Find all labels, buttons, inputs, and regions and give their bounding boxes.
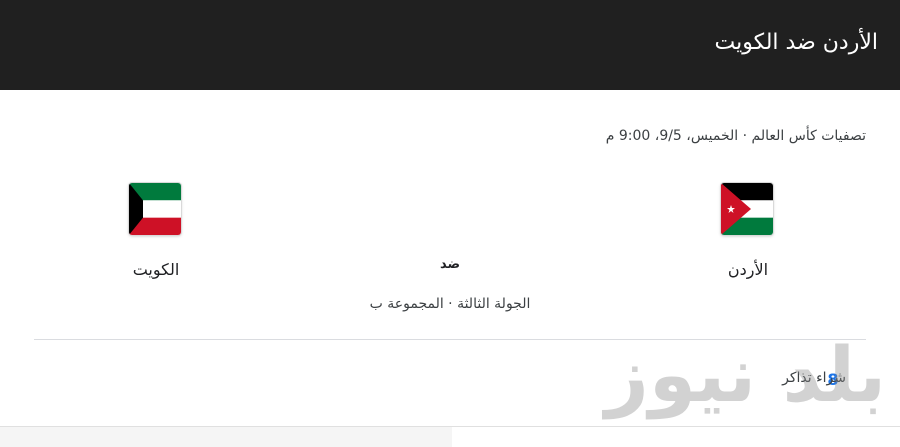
round-info: الجولة الثالثة · المجموعة ب [369,296,531,312]
match-info: تصفيات كأس العالم · الخميس، 9/5، 9:00 م [605,128,866,144]
away-team-name[interactable]: الكويت [108,260,204,279]
home-team-name[interactable]: الأردن [700,260,796,279]
buy-tickets-link[interactable]: شراء تذاكر [782,370,846,386]
jordan-flag-icon[interactable] [721,183,773,235]
versus-label: ضد [439,257,461,272]
page-title: الأردن ضد الكويت [714,30,878,55]
footer-divider [452,426,900,427]
app-header: الأردن ضد الكويت [0,0,900,90]
kuwait-flag-icon[interactable] [129,183,181,235]
divider [34,339,866,340]
footer-panel [0,426,452,447]
